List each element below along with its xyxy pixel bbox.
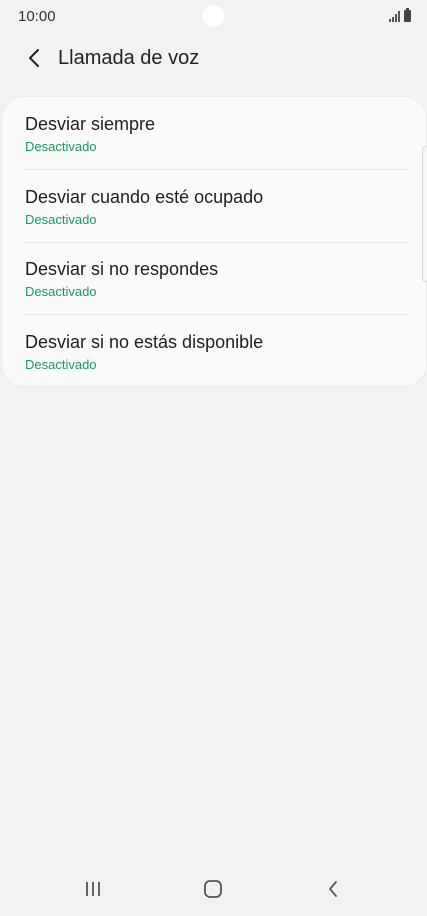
signal-icon	[389, 10, 400, 22]
item-status: Desactivado	[25, 139, 97, 154]
nav-back-button[interactable]	[313, 872, 353, 906]
status-time: 10:00	[18, 8, 56, 25]
page-title: Llamada de voz	[58, 46, 200, 69]
item-status: Desactivado	[25, 357, 97, 372]
list-item-forward-when-busy[interactable]: Desviar cuando esté ocupado Desactivado	[2, 170, 426, 242]
battery-icon	[404, 8, 411, 22]
list-item-forward-unreachable[interactable]: Desviar si no estás disponible Desactiva…	[2, 315, 426, 387]
list-item-always-forward[interactable]: Desviar siempre Desactivado	[2, 97, 426, 169]
back-button[interactable]	[14, 38, 54, 78]
recents-icon	[86, 882, 100, 896]
back-icon	[329, 881, 337, 897]
item-title: Desviar siempre	[25, 114, 156, 134]
item-title: Desviar si no estás disponible	[25, 332, 264, 352]
recents-button[interactable]	[73, 872, 113, 906]
item-status: Desactivado	[25, 284, 97, 299]
forwarding-options-card: Desviar siempre Desactivado Desviar cuan…	[2, 97, 426, 386]
scrollbar[interactable]	[422, 146, 427, 282]
home-icon	[204, 880, 222, 898]
chevron-left-icon	[29, 49, 39, 67]
item-title: Desviar cuando esté ocupado	[25, 187, 264, 207]
header: Llamada de voz	[0, 36, 427, 80]
home-button[interactable]	[193, 872, 233, 906]
item-status: Desactivado	[25, 212, 97, 227]
item-title: Desviar si no respondes	[25, 259, 219, 279]
status-bar: 10:00	[0, 0, 427, 34]
navigation-bar	[0, 860, 427, 916]
camera-cutout	[202, 5, 224, 27]
list-item-forward-no-answer[interactable]: Desviar si no respondes Desactivado	[2, 242, 426, 314]
status-icons	[389, 8, 411, 22]
